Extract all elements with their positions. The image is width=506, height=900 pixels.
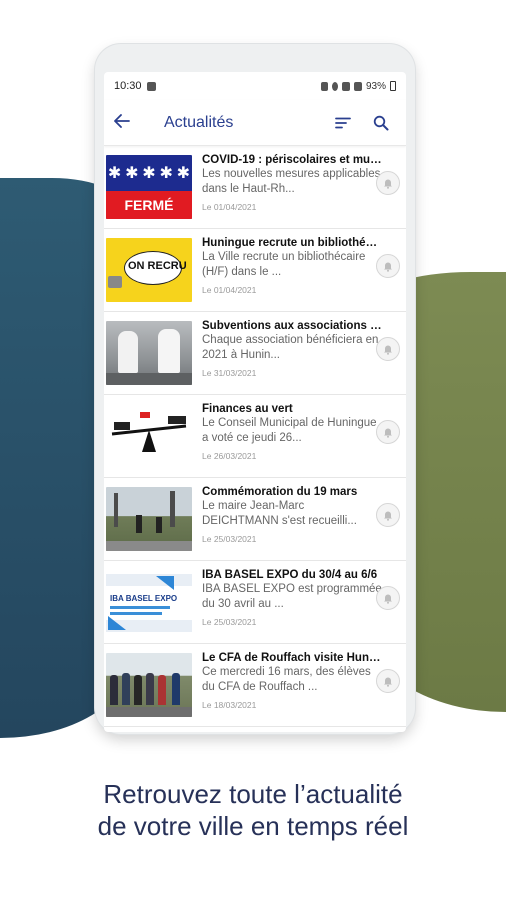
news-description: Chaque association bénéficiera en 2021 à… <box>202 334 379 361</box>
news-title: Commémoration du 19 mars <box>202 486 358 498</box>
page-title: Actualités <box>164 113 234 131</box>
app-bar: Actualités <box>104 100 406 146</box>
mute-icon <box>320 81 328 91</box>
news-title: Le CFA de Rouffach visite Hunin... <box>202 652 382 664</box>
news-date: Le 25/03/2021 <box>202 617 257 627</box>
news-title: Finances au vert <box>202 403 293 415</box>
news-thumbnail <box>106 404 192 468</box>
news-title: IBA BASEL EXPO du 30/4 au 6/6 <box>202 569 378 581</box>
thumbnail-caption: IBA BASEL EXPO <box>110 594 178 603</box>
bell-icon[interactable] <box>376 254 400 278</box>
bell-icon[interactable] <box>376 171 400 195</box>
wifi-icon <box>341 81 350 91</box>
news-thumbnail <box>106 653 192 717</box>
gallery-notification-icon <box>146 81 156 91</box>
news-date: Le 01/04/2021 <box>202 202 257 212</box>
news-description: Le maire Jean-Marc DEICHTMANN s'est recu… <box>202 500 357 527</box>
thumbnail-caption: FERMÉ <box>106 191 192 219</box>
news-title: Huningue recrute un bibliothécai... <box>202 237 382 249</box>
news-title: COVID-19 : périscolaires et multi... <box>202 154 382 166</box>
news-description: La Ville recrute un bibliothécaire (H/F)… <box>202 251 366 278</box>
search-icon[interactable] <box>366 108 396 138</box>
news-thumbnail: ✱ ✱ ✱ ✱ ✱ FERMÉ <box>106 155 192 219</box>
news-date: Le 25/03/2021 <box>202 534 257 544</box>
news-description: Le Conseil Municipal de Huningue a voté … <box>202 417 377 444</box>
list-item[interactable]: IBA BASEL EXPO IBA BASEL EXPO du 30/4 au… <box>104 561 406 644</box>
news-description: Les nouvelles mesures applicables dans l… <box>202 168 381 195</box>
bell-icon[interactable] <box>376 337 400 361</box>
tagline-line-2: de votre ville en temps réel <box>97 811 409 841</box>
bell-icon[interactable] <box>376 669 400 693</box>
battery-icon <box>390 81 396 91</box>
list-item[interactable]: Commémoration du 19 mars Le maire Jean-M… <box>104 478 406 561</box>
bell-icon[interactable] <box>376 503 400 527</box>
signal-icon <box>353 81 362 91</box>
news-thumbnail: IBA BASEL EXPO <box>106 570 192 634</box>
list-item[interactable]: ✱ ✱ ✱ ✱ ✱ FERMÉ COVID-19 : périscolaires et … <box>104 146 406 229</box>
phone-frame: 10:30 93% Actualités ✱ ✱ ✱ ✱ ✱ FERMÉ COV… <box>95 44 415 734</box>
news-description: Ce mercredi 16 mars, des élèves du CFA d… <box>202 666 371 693</box>
bell-icon[interactable] <box>376 420 400 444</box>
tagline-line-1: Retrouvez toute l’actualité <box>103 779 403 809</box>
news-date: Le 18/03/2021 <box>202 700 257 710</box>
news-date: Le 31/03/2021 <box>202 368 257 378</box>
sort-icon[interactable] <box>328 108 358 138</box>
list-item[interactable]: Le CFA de Rouffach visite Hunin... Ce me… <box>104 644 406 727</box>
list-item[interactable]: ON RECRU Huningue recrute un bibliothéca… <box>104 229 406 312</box>
news-thumbnail <box>106 487 192 551</box>
status-time: 10:30 <box>114 80 142 92</box>
arrow-back-icon[interactable] <box>114 111 138 134</box>
news-date: Le 01/04/2021 <box>202 285 257 295</box>
news-title: Subventions aux associations : ... <box>202 320 382 332</box>
news-date: Le 26/03/2021 <box>202 451 257 461</box>
bell-icon[interactable] <box>376 586 400 610</box>
list-item[interactable]: Subventions aux associations : ... Chaqu… <box>104 312 406 395</box>
news-thumbnail <box>106 321 192 385</box>
battery-percent: 93% <box>365 80 386 92</box>
list-item[interactable]: Finances au vert Le Conseil Municipal de… <box>104 395 406 478</box>
location-icon <box>331 81 338 91</box>
news-thumbnail: ON RECRU <box>106 238 192 302</box>
status-bar: 10:30 93% <box>104 72 406 100</box>
phone-screen: 10:30 93% Actualités ✱ ✱ ✱ ✱ ✱ FERMÉ COV… <box>104 72 406 732</box>
thumbnail-caption: ON RECRU <box>128 260 187 272</box>
news-description: IBA BASEL EXPO est programmée du 30 avri… <box>202 583 382 610</box>
news-list: ✱ ✱ ✱ ✱ ✱ FERMÉ COVID-19 : périscolaires et … <box>104 146 406 727</box>
